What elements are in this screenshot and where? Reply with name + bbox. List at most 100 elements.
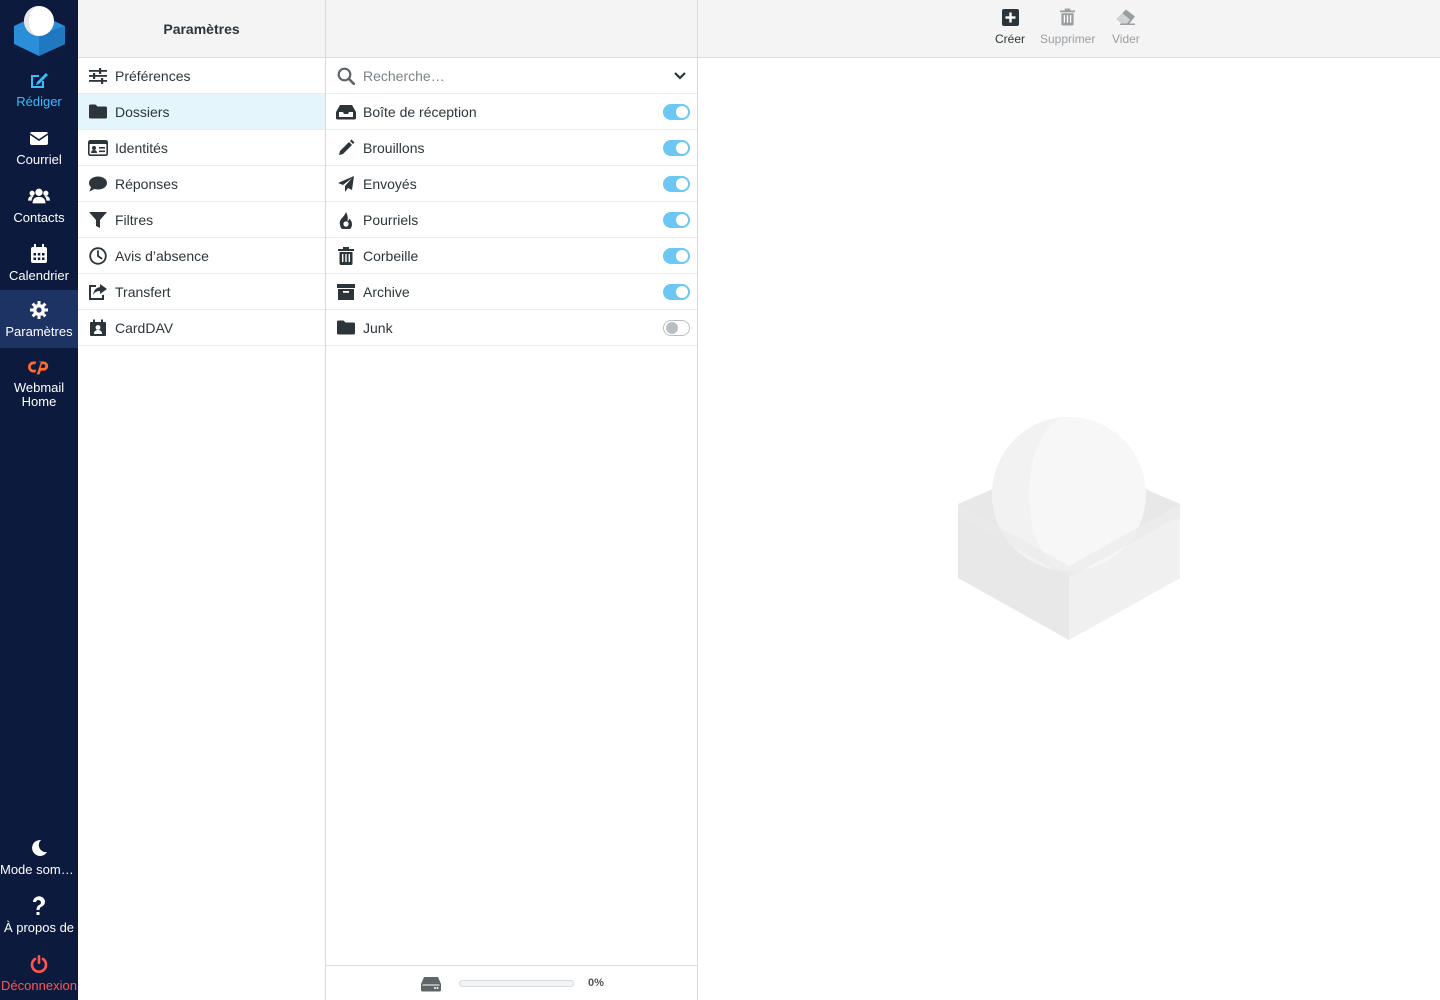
gear-icon <box>28 299 50 321</box>
toggle-knob <box>676 214 688 226</box>
toggle-knob <box>676 142 688 154</box>
toggle-knob <box>676 250 688 262</box>
about-label: À propos de <box>3 920 75 935</box>
app-window: Rédiger Courriel Contacts Calendrier Par <box>0 0 1440 1000</box>
folder-row-drafts[interactable]: Brouillons <box>326 130 697 166</box>
about-button[interactable]: À propos de <box>0 886 78 944</box>
mail-button[interactable]: Courriel <box>0 118 78 176</box>
chevron-down-icon[interactable] <box>671 67 689 85</box>
settings-item-label: Filtres <box>115 211 154 228</box>
calendar-label: Calendrier <box>9 268 69 283</box>
inbox-icon <box>336 102 356 122</box>
roundcube-watermark-logo <box>958 417 1180 640</box>
settings-item-identities[interactable]: Identités <box>78 130 325 166</box>
settings-item-carddav[interactable]: CardDAV <box>78 310 325 346</box>
folder-label: Junk <box>363 319 393 336</box>
settings-item-vacation[interactable]: Avis d’absence <box>78 238 325 274</box>
moon-icon <box>28 837 50 859</box>
settings-item-label: CardDAV <box>115 319 174 336</box>
folder-icon <box>336 318 356 338</box>
settings-item-responses[interactable]: Réponses <box>78 166 325 202</box>
subscribe-toggle[interactable] <box>663 104 690 120</box>
calendar-icon <box>28 243 50 265</box>
archive-icon <box>336 282 356 302</box>
settings-item-folders[interactable]: Dossiers <box>78 94 325 130</box>
settings-item-label: Réponses <box>115 175 179 192</box>
toggle-knob <box>676 286 688 298</box>
users-icon <box>28 185 50 207</box>
calendar-button[interactable]: Calendrier <box>0 234 78 292</box>
logout-button[interactable]: Déconnexion <box>0 944 78 1000</box>
create-label: Créer <box>995 32 1026 46</box>
folder-row-sent[interactable]: Envoyés <box>326 166 697 202</box>
envelope-icon <box>28 127 50 149</box>
subscribe-toggle[interactable] <box>663 176 690 192</box>
settings-item-label: Avis d’absence <box>115 247 209 264</box>
empty-button[interactable]: Vider <box>1112 6 1140 52</box>
webmail-home-button[interactable]: Webmail Home <box>0 352 78 412</box>
folder-row-junk[interactable]: Junk <box>326 310 697 346</box>
settings-item-label: Dossiers <box>115 103 170 120</box>
main-nav-rail: Rédiger Courriel Contacts Calendrier Par <box>0 0 78 1000</box>
logout-label: Déconnexion <box>1 978 77 993</box>
contacts-label: Contacts <box>13 210 65 225</box>
folder-search-bar <box>326 58 697 94</box>
edit-icon <box>28 69 50 91</box>
folder-search-input[interactable] <box>363 67 653 84</box>
cpanel-icon <box>28 356 50 378</box>
roundcube-logo[interactable] <box>12 4 66 56</box>
folders-panel: Boîte de réception Brouillons Envoyés Po… <box>326 0 698 1000</box>
subscribe-toggle[interactable] <box>663 284 690 300</box>
folder-label: Boîte de réception <box>363 103 477 120</box>
settings-button[interactable]: Paramètres <box>0 290 78 348</box>
plus-square-icon <box>1000 6 1020 28</box>
settings-item-preferences[interactable]: Préférences <box>78 58 325 94</box>
settings-label: Paramètres <box>5 324 73 339</box>
quota-footer: 0% <box>326 965 697 1000</box>
settings-item-label: Identités <box>115 139 168 156</box>
trash-icon <box>336 246 356 266</box>
folder-label: Archive <box>363 283 410 300</box>
mail-label: Courriel <box>16 152 62 167</box>
contacts-button[interactable]: Contacts <box>0 176 78 234</box>
folder-icon <box>88 102 108 122</box>
settings-panel-title: Paramètres <box>78 0 325 58</box>
subscribe-toggle[interactable] <box>663 248 690 264</box>
compose-button[interactable]: Rédiger <box>0 60 78 118</box>
filter-icon <box>88 210 108 230</box>
folder-label: Envoyés <box>363 175 417 192</box>
folders-panel-header <box>326 0 697 58</box>
webmail-home-label: Webmail Home <box>14 380 64 409</box>
subscribe-toggle[interactable] <box>663 140 690 156</box>
fire-icon <box>336 210 356 230</box>
dark-mode-label: Mode sombre <box>0 862 78 877</box>
folder-label: Corbeille <box>363 247 419 264</box>
folder-row-trash[interactable]: Corbeille <box>326 238 697 274</box>
settings-item-filters[interactable]: Filtres <box>78 202 325 238</box>
subscribe-toggle[interactable] <box>663 320 690 336</box>
webmail-home-label-line2: Home <box>21 393 57 409</box>
toggle-knob <box>666 322 678 334</box>
quota-percent-text: 0% <box>588 977 604 989</box>
address-book-icon <box>88 318 108 338</box>
hard-drive-icon <box>421 977 441 992</box>
folder-label: Brouillons <box>363 139 425 156</box>
folder-label: Pourriels <box>363 211 419 228</box>
settings-item-forward[interactable]: Transfert <box>78 274 325 310</box>
delete-label: Supprimer <box>1040 32 1096 46</box>
question-icon <box>28 895 50 917</box>
folder-row-archive[interactable]: Archive <box>326 274 697 310</box>
content-area: Créer Supprimer Vider <box>698 0 1440 1000</box>
toolbar: Créer Supprimer Vider <box>698 0 1440 58</box>
folder-row-inbox[interactable]: Boîte de réception <box>326 94 697 130</box>
trash-icon <box>1058 6 1078 28</box>
create-button[interactable]: Créer <box>995 6 1025 52</box>
eraser-icon <box>1116 6 1136 28</box>
search-icon <box>336 66 356 86</box>
delete-button[interactable]: Supprimer <box>1040 6 1095 52</box>
paper-plane-icon <box>336 174 356 194</box>
id-card-icon <box>88 138 108 158</box>
subscribe-toggle[interactable] <box>663 212 690 228</box>
dark-mode-button[interactable]: Mode sombre <box>0 828 78 886</box>
folder-row-junk-fr[interactable]: Pourriels <box>326 202 697 238</box>
